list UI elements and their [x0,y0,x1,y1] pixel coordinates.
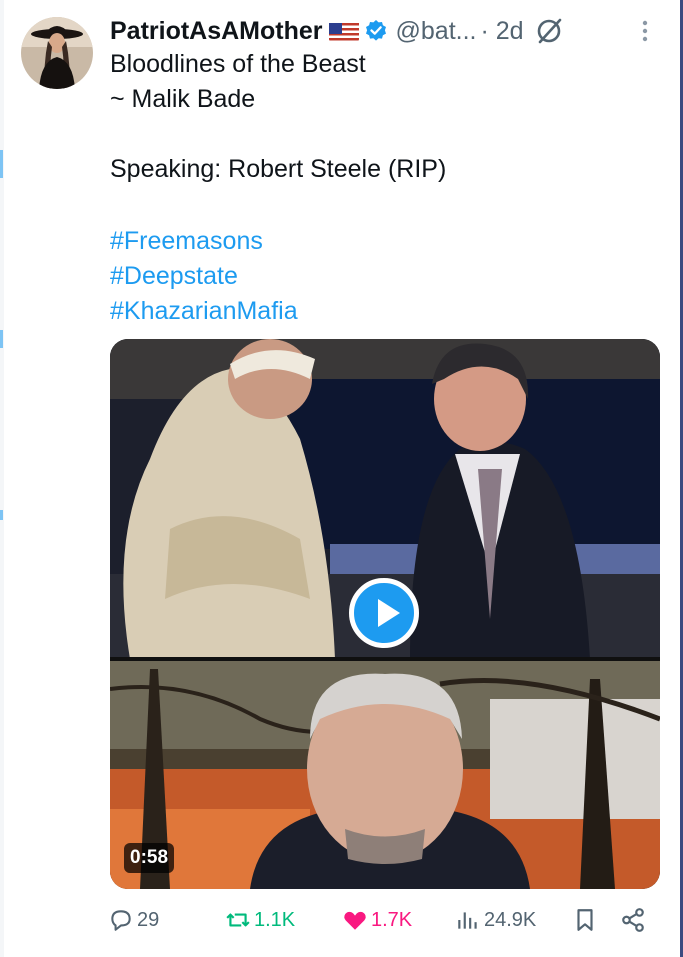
bookmark-icon [577,909,593,931]
repost-button[interactable]: 1.1K [225,902,295,938]
tweet-text-line: Speaking: Robert Steele (RIP) [110,155,447,183]
left-edge-stripe [0,0,4,957]
hashtag-link[interactable]: #KhazarianMafia [110,295,298,327]
repost-icon [226,913,250,927]
bookmark-button[interactable] [572,902,601,938]
views-chart-icon [458,912,477,929]
video-duration-badge: 0:58 [124,843,175,873]
tweet-text-line: Bloodlines of the Beast [110,50,366,78]
tweet-text-line: ~ Malik Bade [110,85,256,113]
reply-icon [111,910,131,931]
share-button[interactable] [620,902,649,938]
tweet-timestamp[interactable]: · 2d [481,17,524,46]
grok-icon[interactable] [534,16,564,46]
author-handle[interactable]: @bat... [396,17,477,46]
avatar[interactable] [21,17,93,89]
verified-badge-icon[interactable] [364,19,388,43]
share-icon [622,908,644,932]
hashtag-link[interactable]: #Freemasons [110,225,263,257]
author-display-name[interactable]: PatriotAsAMother [110,17,323,46]
like-button[interactable]: 1.7K [342,902,412,938]
reply-count: 29 [137,908,160,931]
views-button[interactable]: 24.9K [455,902,536,938]
play-icon[interactable] [349,578,419,648]
reply-button[interactable]: 29 [108,902,159,938]
repost-count: 1.1K [254,908,296,931]
views-count: 24.9K [484,908,537,931]
us-flag-icon [328,21,359,41]
heart-icon [344,911,366,930]
hashtag-link[interactable]: #Deepstate [110,260,238,292]
like-count: 1.7K [371,908,413,931]
more-options-icon[interactable] [640,18,650,44]
tweet-header: PatriotAsAMother @bat... · 2d [110,14,650,48]
